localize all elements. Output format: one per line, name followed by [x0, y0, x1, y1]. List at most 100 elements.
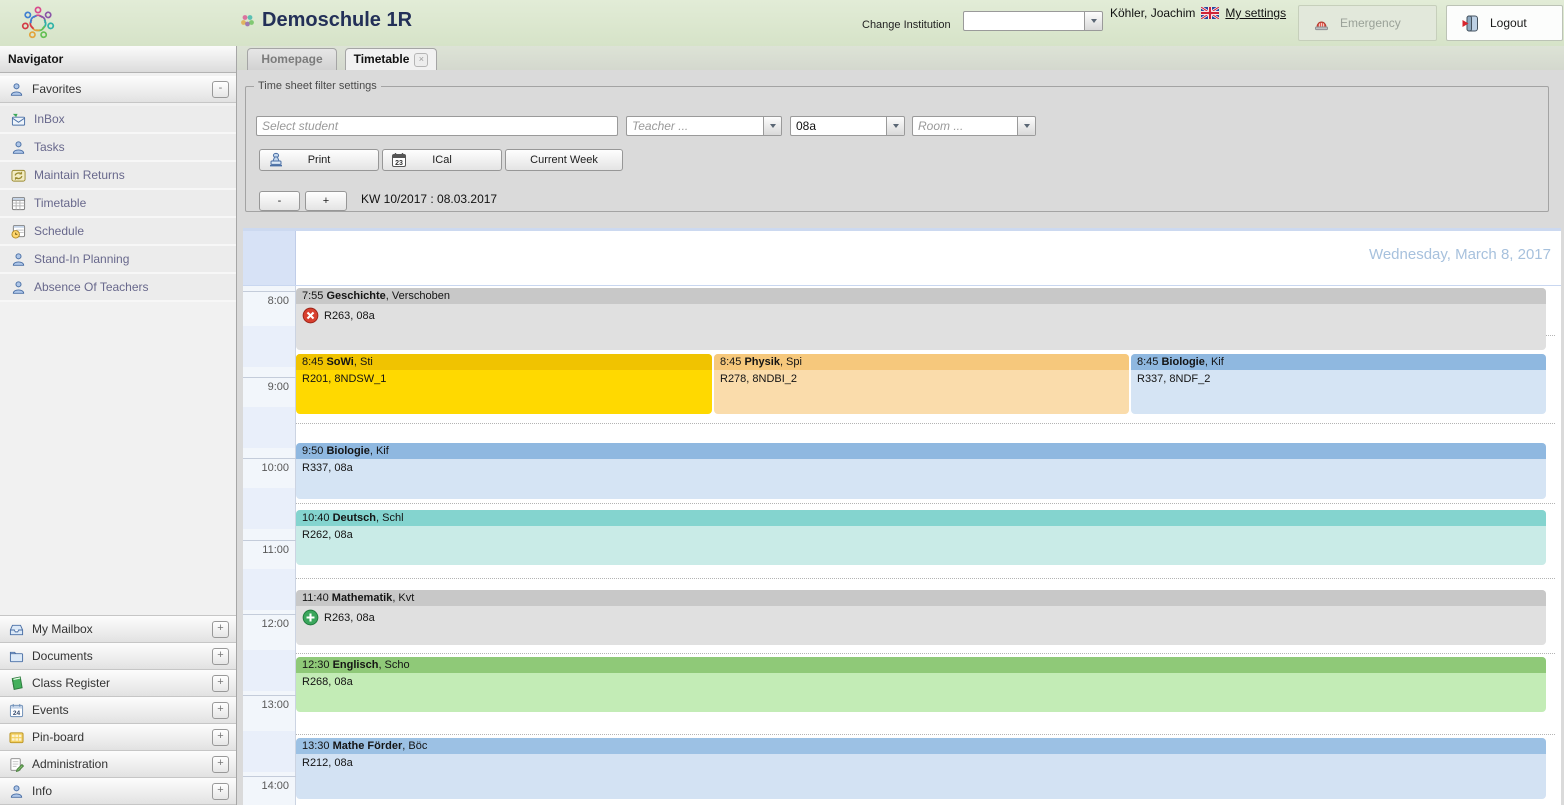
sidebar-group-favorites[interactable]: Favorites -	[0, 76, 236, 103]
title-flower-icon	[240, 13, 255, 28]
tab-bar: Homepage Timetable ×	[237, 46, 1564, 70]
logout-button[interactable]: Logout	[1446, 5, 1563, 41]
close-tab-icon[interactable]: ×	[414, 53, 428, 67]
page-title: Demoschule 1R	[240, 9, 412, 32]
event-detail: R337, 08a	[296, 459, 1546, 474]
favorites-list: InBox Tasks Maintain Returns Timetable S…	[0, 106, 236, 302]
timetable-event-geschichte[interactable]: 7:55 Geschichte, Verschoben R263, 08a	[296, 288, 1546, 350]
tab-homepage[interactable]: Homepage	[247, 48, 337, 70]
tab-timetable[interactable]: Timetable ×	[345, 48, 437, 70]
event-detail: R263, 08a	[296, 304, 1546, 324]
expand-events-button[interactable]: +	[212, 702, 229, 719]
inbox-icon	[10, 111, 26, 127]
hour-line	[243, 458, 296, 459]
ical-button[interactable]: 23 ICal	[382, 149, 502, 171]
main-area: Homepage Timetable × Time sheet filter s…	[237, 46, 1564, 805]
time-label: 10:00	[243, 462, 289, 474]
schedule-icon	[10, 223, 26, 239]
teacher-select[interactable]: Teacher ...	[626, 116, 782, 136]
collapse-favorites-button[interactable]: -	[212, 81, 229, 98]
period-separator	[296, 653, 1555, 654]
navigator-sidebar: Navigator Favorites - InBox Tasks Mainta…	[0, 46, 237, 805]
expand-info-button[interactable]: +	[212, 783, 229, 800]
chevron-down-icon[interactable]	[763, 117, 781, 135]
emergency-button[interactable]: Emergency	[1298, 5, 1437, 41]
person-icon	[10, 251, 26, 267]
timetable-event-sowi[interactable]: 8:45 SoWi, Sti R201, 8NDSW_1	[296, 354, 712, 414]
chevron-down-icon[interactable]	[1084, 12, 1102, 30]
timetable-panel: Wednesday, March 8, 2017 8:009:0010:0011…	[243, 228, 1561, 805]
event-header: 11:40 Mathematik, Kvt	[296, 590, 1546, 606]
expand-class-register-button[interactable]: +	[212, 675, 229, 692]
event-header: 7:55 Geschichte, Verschoben	[296, 288, 1546, 304]
hour-line	[243, 776, 296, 777]
timetable-event-biologie[interactable]: 8:45 Biologie, Kif R337, 8NDF_2	[1131, 354, 1546, 414]
next-week-button[interactable]: +	[305, 191, 347, 211]
student-search-input[interactable]	[256, 116, 618, 136]
event-detail: R201, 8NDSW_1	[296, 370, 712, 385]
change-institution-label: Change Institution	[862, 19, 951, 31]
chevron-down-icon[interactable]	[1017, 117, 1035, 135]
added-icon[interactable]	[302, 609, 319, 626]
events-icon: 24	[8, 702, 24, 718]
sidebar-group-class-register[interactable]: Class Register +	[0, 670, 236, 697]
cancelled-icon[interactable]	[302, 307, 319, 324]
hour-line	[243, 291, 296, 292]
expand-documents-button[interactable]: +	[212, 648, 229, 665]
calendar-grid: 8:009:0010:0011:0012:0013:0014:00 7:55 G…	[243, 286, 1561, 805]
timetable-icon	[10, 195, 26, 211]
folder-icon	[8, 648, 24, 664]
timetable-event-englisch[interactable]: 12:30 Englisch, Scho R268, 08a	[296, 657, 1546, 712]
sidebar-item-inbox[interactable]: InBox	[0, 106, 236, 134]
timetable-event-mathematik[interactable]: 11:40 Mathematik, Kvt R263, 08a	[296, 590, 1546, 645]
period-separator	[296, 734, 1555, 735]
returns-icon	[10, 167, 26, 183]
event-detail: R262, 08a	[296, 526, 1546, 541]
current-week-button[interactable]: Current Week	[505, 149, 623, 171]
sidebar-group-administration[interactable]: Administration +	[0, 751, 236, 778]
sidebar-item-schedule[interactable]: Schedule	[0, 218, 236, 246]
timetable-event-mathe-f-rder[interactable]: 13:30 Mathe Förder, Böc R212, 08a	[296, 738, 1546, 799]
user-name: Köhler, Joachim	[1110, 6, 1195, 20]
time-axis: 8:009:0010:0011:0012:0013:0014:00	[243, 286, 296, 805]
event-detail: R337, 8NDF_2	[1131, 370, 1546, 385]
timetable-event-biologie[interactable]: 9:50 Biologie, Kif R337, 08a	[296, 443, 1546, 499]
timetable-event-deutsch[interactable]: 10:40 Deutsch, Schl R262, 08a	[296, 510, 1546, 565]
sidebar-group-documents[interactable]: Documents +	[0, 643, 236, 670]
expand-administration-button[interactable]: +	[212, 756, 229, 773]
sidebar-group-my-mailbox[interactable]: My Mailbox +	[0, 616, 236, 643]
previous-week-button[interactable]: -	[259, 191, 300, 211]
my-settings-link[interactable]: My settings	[1225, 6, 1286, 20]
sidebar-item-maintain-returns[interactable]: Maintain Returns	[0, 162, 236, 190]
expand-pin-board-button[interactable]: +	[212, 729, 229, 746]
event-header: 13:30 Mathe Förder, Böc	[296, 738, 1546, 754]
hour-line	[243, 540, 296, 541]
chevron-down-icon[interactable]	[886, 117, 904, 135]
sidebar-group-info[interactable]: Info +	[0, 778, 236, 805]
sidebar-item-stand-in-planning[interactable]: Stand-In Planning	[0, 246, 236, 274]
siren-icon	[1313, 15, 1330, 32]
time-label: 13:00	[243, 699, 289, 711]
sidebar-group-pin-board[interactable]: Pin-board +	[0, 724, 236, 751]
app-header: Demoschule 1R Change Institution Köhler,…	[0, 0, 1564, 47]
class-select[interactable]: 08a	[790, 116, 905, 136]
event-header: 8:45 Physik, Spi	[714, 354, 1129, 370]
day-header: Wednesday, March 8, 2017	[1369, 246, 1551, 263]
sidebar-item-tasks[interactable]: Tasks	[0, 134, 236, 162]
sidebar-item-absence-of-teachers[interactable]: Absence Of Teachers	[0, 274, 236, 302]
mailbox-icon	[8, 621, 24, 637]
timetable-event-physik[interactable]: 8:45 Physik, Spi R278, 8NDBI_2	[714, 354, 1129, 414]
period-separator	[296, 578, 1555, 579]
sidebar-group-events[interactable]: 24 Events +	[0, 697, 236, 724]
navigator-title: Navigator	[0, 46, 236, 73]
expand-my-mailbox-button[interactable]: +	[212, 621, 229, 638]
room-select[interactable]: Room ...	[912, 116, 1036, 136]
event-detail: R278, 8NDBI_2	[714, 370, 1129, 385]
sidebar-item-timetable[interactable]: Timetable	[0, 190, 236, 218]
print-button[interactable]: Print	[259, 149, 379, 171]
svg-text:23: 23	[395, 160, 403, 167]
change-institution-select[interactable]	[963, 11, 1103, 31]
period-separator	[296, 503, 1555, 504]
time-label: 8:00	[243, 295, 289, 307]
hour-line	[243, 695, 296, 696]
